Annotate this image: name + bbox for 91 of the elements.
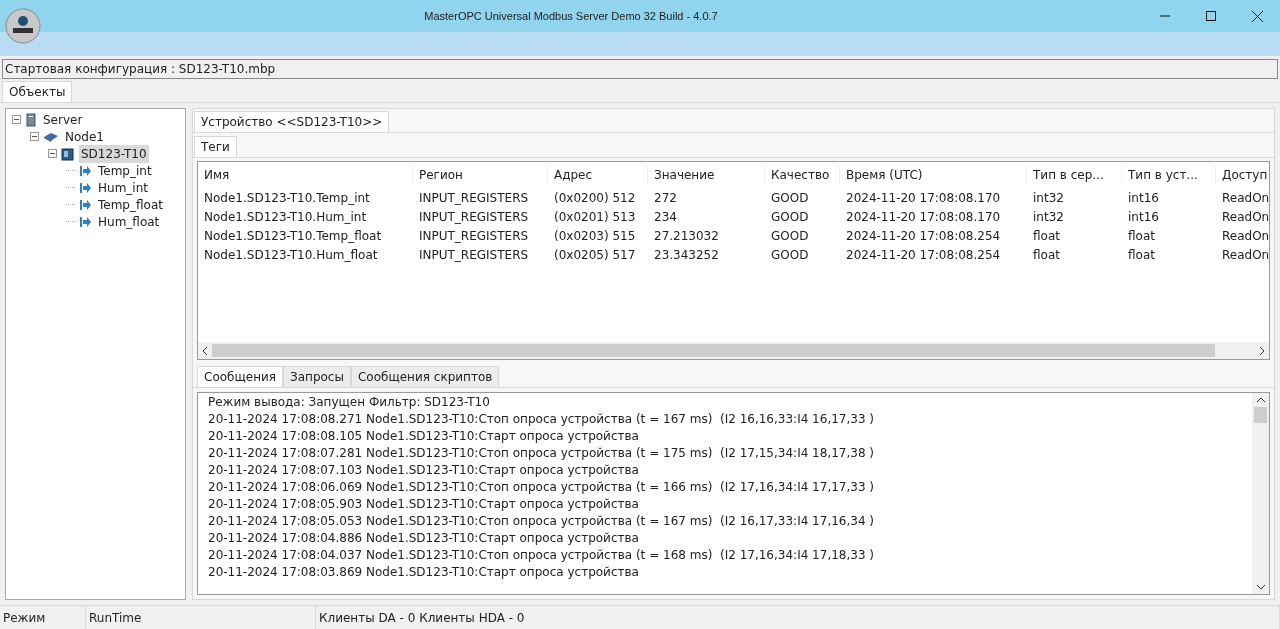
- table-cell-text: GOOD: [770, 246, 810, 264]
- table-cell-text: Node1.SD123-T10.Hum_float: [203, 246, 379, 264]
- log-header: Режим вывода: Запущен Фильтр: SD123-T10: [208, 394, 491, 411]
- collapse-icon[interactable]: [48, 149, 57, 158]
- tab[interactable]: Сообщения: [197, 366, 283, 387]
- scrollbar-thumb[interactable]: [1254, 407, 1267, 423]
- arrow-icon: [79, 215, 92, 228]
- table-cell-text: 2024-11-20 17:08:08.170: [845, 208, 1002, 226]
- config-label: Стартовая конфигурация : SD123-T10.mbp: [5, 61, 276, 78]
- table-cell-text: (0x0201) 513: [553, 208, 637, 226]
- scroll-right-icon[interactable]: [1259, 346, 1265, 355]
- server-icon: [25, 112, 37, 127]
- table-cell-text: ReadOn: [1221, 208, 1269, 226]
- scroll-up-icon[interactable]: [1256, 397, 1265, 403]
- table-cell-text: int32: [1032, 189, 1065, 207]
- log-line: 20-11-2024 17:08:05.903 Node1.SD123-T10:Старт опроса устройства: [208, 496, 640, 513]
- tab[interactable]: Теги: [194, 136, 237, 157]
- tab[interactable]: Объекты: [2, 81, 73, 102]
- table-cell-text: INPUT_REGISTERS: [418, 189, 530, 207]
- table-cell-text: int32: [1032, 208, 1065, 226]
- log-line: 20-11-2024 17:08:07.281 Node1.SD123-T10:Стоп опроса устройства (t = 175 ms) (I2 17,15,34:I4 18,17,38 ): [208, 445, 876, 462]
- table-cell-text: 2024-11-20 17:08:08.254: [845, 227, 1002, 245]
- arrow-icon: [79, 198, 92, 211]
- device-icon: [61, 146, 75, 161]
- log-line: 20-11-2024 17:08:04.886 Node1.SD123-T10:Старт опроса устройства: [208, 530, 640, 547]
- column-header[interactable]: Имя: [198, 166, 413, 184]
- table-cell-text: float: [1127, 246, 1156, 264]
- column-header[interactable]: Доступ: [1216, 166, 1269, 184]
- table-cell-text: 23.343252: [653, 246, 720, 264]
- table-cell-text: ReadOn: [1221, 189, 1269, 207]
- table-cell-text: GOOD: [770, 189, 810, 207]
- table-cell-text: 27.213032: [653, 227, 720, 245]
- table-cell-text: float: [1032, 227, 1061, 245]
- scroll-down-icon[interactable]: [1256, 584, 1265, 590]
- log-line: 20-11-2024 17:08:07.103 Node1.SD123-T10:Старт опроса устройства: [208, 462, 640, 479]
- log-line: 20-11-2024 17:08:06.069 Node1.SD123-T10:Стоп опроса устройства (t = 166 ms) (I2 17,16,34:I4 17,17,33 ): [208, 479, 876, 496]
- table-cell-text: float: [1032, 246, 1061, 264]
- status-text: Режим: [3, 609, 46, 627]
- window-title: MasterOPC Universal Modbus Server Demo 32 Build - 4.0.7: [423, 8, 719, 24]
- arrow-icon: [79, 181, 92, 194]
- log-line: 20-11-2024 17:08:08.271 Node1.SD123-T10:Стоп опроса устройства (t = 167 ms) (I2 16,16,33:I4 16,17,33 ): [208, 411, 876, 428]
- vertical-scrollbar[interactable]: [1252, 393, 1269, 594]
- table-cell-text: INPUT_REGISTERS: [418, 246, 530, 264]
- tab[interactable]: Устройство <<SD123-T10>>: [194, 111, 390, 132]
- horizontal-scrollbar[interactable]: [198, 342, 1269, 359]
- column-header[interactable]: Адрес: [548, 166, 648, 184]
- table-cell-text: Node1.SD123-T10.Temp_int: [203, 189, 371, 207]
- log-line: 20-11-2024 17:08:03.869 Node1.SD123-T10:Старт опроса устройства: [208, 564, 640, 581]
- collapse-icon[interactable]: [30, 132, 39, 141]
- table-cell-text: int16: [1127, 189, 1160, 207]
- table-cell-text: ReadOn: [1221, 246, 1269, 264]
- tab[interactable]: Запросы: [283, 366, 351, 387]
- log-line: 20-11-2024 17:08:04.037 Node1.SD123-T10:Стоп опроса устройства (t = 168 ms) (I2 17,16,34:I4 17,18,33 ): [208, 547, 876, 564]
- arrow-icon: [79, 164, 92, 177]
- tree-item[interactable]: Node1: [63, 127, 106, 146]
- table-cell-text: 2024-11-20 17:08:08.170: [845, 189, 1002, 207]
- column-header[interactable]: Качество: [765, 166, 840, 184]
- tree-item[interactable]: Hum_float: [96, 212, 162, 231]
- table-cell-text: Node1.SD123-T10.Temp_float: [203, 227, 383, 245]
- tree-item[interactable]: SD123-T10: [79, 144, 149, 163]
- table-cell-text: (0x0205) 517: [553, 246, 637, 264]
- collapse-icon[interactable]: [12, 115, 21, 124]
- column-header[interactable]: Время (UTC): [840, 166, 1027, 184]
- table-cell-text: Node1.SD123-T10.Hum_int: [203, 208, 368, 226]
- table-cell-text: 234: [653, 208, 678, 226]
- log-line: 20-11-2024 17:08:08.105 Node1.SD123-T10:Старт опроса устройства: [208, 428, 640, 445]
- table-cell-text: GOOD: [770, 227, 810, 245]
- status-text: RunTime: [89, 609, 142, 627]
- table-cell-text: (0x0203) 515: [553, 227, 637, 245]
- table-cell-text: float: [1127, 227, 1156, 245]
- table-cell-text: INPUT_REGISTERS: [418, 208, 530, 226]
- table-cell-text: ReadOn: [1221, 227, 1269, 245]
- tree-item[interactable]: Temp_float: [96, 195, 165, 214]
- table-cell-text: INPUT_REGISTERS: [418, 227, 530, 245]
- tab[interactable]: Сообщения скриптов: [350, 366, 500, 387]
- table-cell-text: GOOD: [770, 208, 810, 226]
- table-cell-text: 272: [653, 189, 678, 207]
- column-header[interactable]: Тип в сер...: [1027, 166, 1122, 184]
- column-header[interactable]: Тип в уст...: [1122, 166, 1216, 184]
- node-icon: [43, 130, 59, 143]
- scroll-left-icon[interactable]: [202, 346, 208, 355]
- status-text: Клиенты DA - 0 Клиенты HDA - 0: [319, 609, 525, 627]
- column-header[interactable]: Значение: [648, 166, 765, 184]
- tree-item[interactable]: Temp_int: [96, 161, 154, 180]
- log-line: 20-11-2024 17:08:05.053 Node1.SD123-T10:Стоп опроса устройства (t = 167 ms) (I2 16,17,33:I4 17,16,34 ): [208, 513, 876, 530]
- table-cell-text: (0x0200) 512: [553, 189, 637, 207]
- tree-item[interactable]: Server: [41, 110, 85, 129]
- table-cell-text: int16: [1127, 208, 1160, 226]
- table-cell-text: 2024-11-20 17:08:08.254: [845, 246, 1002, 264]
- tree-item[interactable]: Hum_int: [96, 178, 150, 197]
- column-header[interactable]: Регион: [413, 166, 548, 184]
